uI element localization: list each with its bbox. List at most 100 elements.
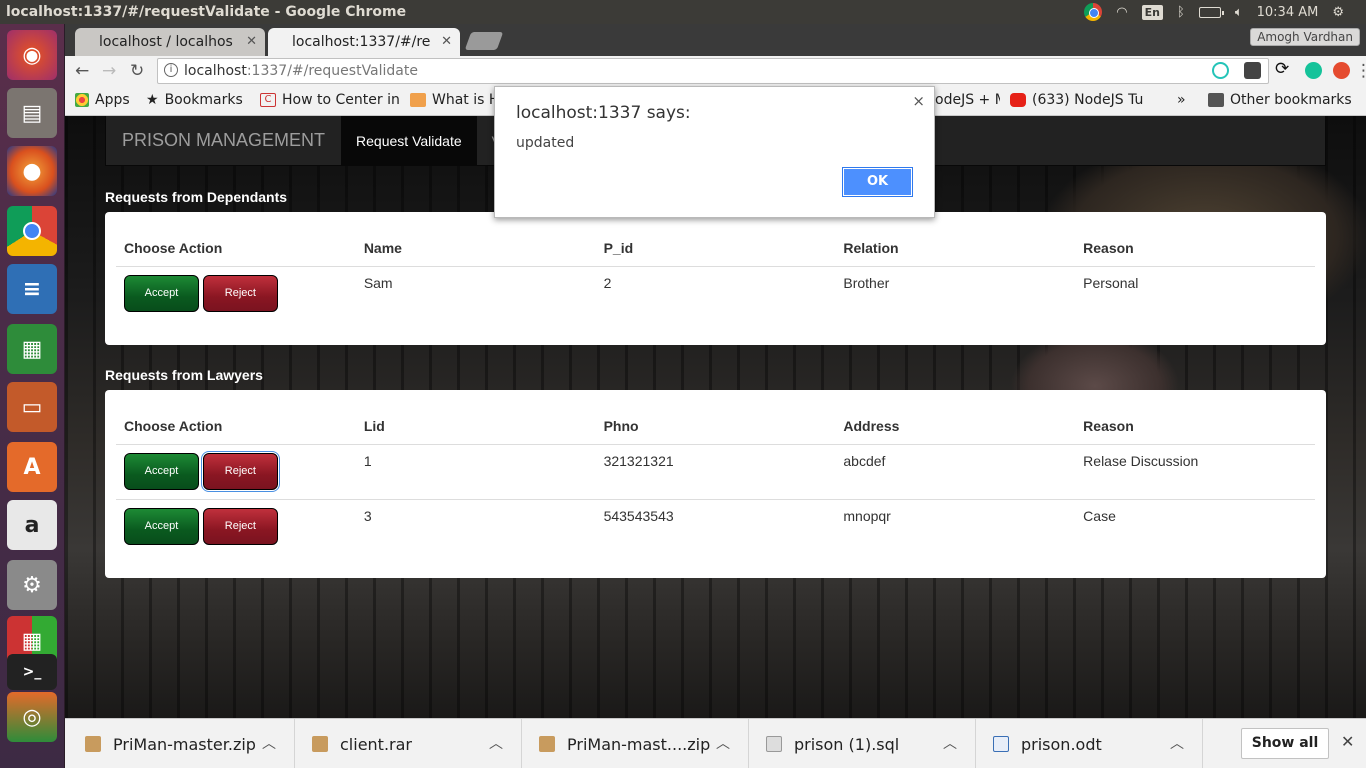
accept-button[interactable]: Accept — [124, 508, 199, 545]
power-gear-icon[interactable]: ⚙ — [1332, 5, 1344, 20]
download-item[interactable]: PriMan-mast....zip ︿ — [522, 719, 749, 768]
profile-button[interactable]: Amogh Vardhan — [1250, 28, 1360, 46]
site-icon — [410, 93, 426, 107]
accept-button[interactable]: Accept — [124, 275, 199, 312]
extension-alarm-icon[interactable] — [1212, 62, 1229, 79]
download-name: prison.odt — [1021, 734, 1102, 754]
chrome-menu-icon[interactable]: ⋮ — [1355, 61, 1366, 81]
alert-title: localhost:1337 says: — [516, 103, 691, 123]
table-row: Accept Reject Sam 2 Brother Personal — [116, 267, 1315, 322]
dependants-title: Requests from Dependants — [105, 189, 288, 205]
info-icon[interactable]: i — [164, 63, 178, 77]
action-cell: Accept Reject — [116, 445, 356, 500]
table-row: Accept Reject 3 543543543 mnopqr Case — [116, 499, 1315, 555]
col-header: Reason — [1075, 222, 1315, 267]
phno-cell: 543543543 — [595, 499, 836, 555]
nav-request-validate[interactable]: Request Validate — [341, 116, 477, 166]
accept-button[interactable]: Accept — [124, 453, 199, 490]
reject-button[interactable]: Reject — [202, 275, 278, 312]
lid-cell: 1 — [363, 453, 372, 469]
close-icon[interactable]: × — [912, 92, 925, 110]
tab-close-icon[interactable]: ✕ — [441, 34, 452, 49]
reject-button[interactable]: Reject — [200, 451, 280, 492]
downloads-bar: PriMan-master.zip ︿ client.rar ︿ PriMan-… — [65, 718, 1366, 768]
writer-icon[interactable]: ≡ — [7, 264, 57, 314]
bookmark-youtube-nodejs[interactable]: (633) NodeJS Tu — [1010, 92, 1145, 108]
volume-icon[interactable]: 🔈︎ — [1235, 5, 1243, 20]
navigation-bar: ← → ↻ i localhost:1337/#/requestValidate… — [65, 56, 1366, 86]
keyboard-layout[interactable]: En — [1141, 4, 1163, 20]
download-name: client.rar — [340, 734, 412, 754]
download-item[interactable]: PriMan-master.zip ︿ — [65, 719, 295, 768]
extension-ghostery-icon[interactable] — [1244, 62, 1261, 79]
bookmark-bookmarks[interactable]: ★ Bookmarks — [146, 92, 243, 108]
reload-icon[interactable]: ↻ — [130, 61, 144, 81]
tab-phpmyadmin[interactable]: localhost / localhos ✕ — [75, 28, 265, 56]
chevron-up-icon[interactable]: ︿ — [716, 733, 730, 753]
bookmark-how-to-center[interactable]: C How to Center in — [260, 92, 400, 108]
battery-icon[interactable] — [1198, 6, 1224, 18]
address-bar[interactable]: i localhost:1337/#/requestValidate ☆ — [157, 58, 1269, 84]
chevron-up-icon[interactable]: ︿ — [943, 733, 957, 753]
wifi-icon[interactable]: ◠ — [1116, 5, 1127, 20]
settings-icon[interactable]: ⚙ — [7, 560, 57, 610]
apps-grid-icon — [75, 93, 89, 107]
relation-cell: Brother — [843, 275, 890, 291]
col-header: Reason — [1075, 400, 1315, 445]
stacked-apps-icon[interactable]: ◎ — [7, 692, 57, 742]
phno-cell: 321321321 — [603, 453, 674, 469]
table-row: Accept Reject 1 321321321 abcdef Relase … — [116, 445, 1315, 500]
extension-sync-icon[interactable]: ⟳ — [1275, 59, 1289, 79]
firefox-icon[interactable]: ● — [7, 146, 57, 196]
chevron-up-icon[interactable]: ︿ — [1170, 733, 1184, 753]
download-item[interactable]: prison.odt ︿ — [976, 719, 1203, 768]
ok-button[interactable]: OK — [842, 167, 913, 197]
col-header: Phno — [595, 400, 836, 445]
terminal-icon[interactable]: >_ — [7, 654, 57, 690]
codepen-icon: C — [260, 93, 276, 107]
bookmark-nodejs[interactable]: odeJS + M — [935, 92, 1000, 108]
reject-button[interactable]: Reject — [202, 508, 278, 545]
lid-cell: 3 — [355, 499, 596, 555]
close-icon[interactable]: ✕ — [1341, 732, 1354, 751]
address-cell: abcdef — [843, 453, 886, 469]
extension-grammarly-icon[interactable] — [1305, 62, 1322, 79]
name-cell: Sam — [363, 275, 393, 291]
chrome-icon[interactable] — [7, 206, 57, 256]
folder-icon — [1208, 93, 1224, 107]
chevron-up-icon[interactable]: ︿ — [489, 733, 503, 753]
amazon-icon[interactable]: a — [7, 500, 57, 550]
alert-dialog: localhost:1337 says: × updated OK — [494, 86, 935, 218]
bookmark-apps[interactable]: Apps — [75, 92, 130, 108]
other-bookmarks[interactable]: Other bookmarks — [1208, 92, 1352, 108]
col-header: Name — [355, 222, 596, 267]
download-item[interactable]: client.rar ︿ — [295, 719, 522, 768]
ubuntu-dash-icon[interactable]: ◉ — [7, 30, 57, 80]
chevron-up-icon[interactable]: ︿ — [262, 733, 276, 753]
bluetooth-icon[interactable]: ᛒ — [1177, 5, 1185, 20]
app-brand[interactable]: PRISON MANAGEMENT — [106, 130, 341, 151]
software-center-icon[interactable]: A — [7, 442, 57, 492]
download-name: prison (1).sql — [794, 734, 900, 754]
archive-icon — [85, 736, 101, 752]
back-icon[interactable]: ← — [75, 61, 89, 81]
star-icon: ★ — [146, 92, 159, 108]
bookmarks-overflow[interactable]: » — [1177, 92, 1186, 108]
col-header: Lid — [355, 400, 596, 445]
sql-file-icon — [766, 736, 782, 752]
new-tab-button[interactable] — [464, 32, 504, 50]
calc-icon[interactable]: ▦ — [7, 324, 57, 374]
tab-close-icon[interactable]: ✕ — [246, 34, 257, 49]
forward-icon[interactable]: → — [102, 61, 116, 81]
download-item[interactable]: prison (1).sql ︿ — [749, 719, 976, 768]
tab-request-validate[interactable]: localhost:1337/#/re ✕ — [268, 28, 460, 56]
clock[interactable]: 10:34 AM — [1257, 5, 1319, 20]
files-icon[interactable]: ▤ — [7, 88, 57, 138]
col-header: Choose Action — [116, 222, 356, 267]
impress-icon[interactable]: ▭ — [7, 382, 57, 432]
extension-red-icon[interactable] — [1333, 62, 1350, 79]
show-all-button[interactable]: Show all — [1241, 728, 1329, 759]
dependants-panel: Choose Action Name P_id Relation Reason … — [105, 212, 1326, 345]
bookmark-what-is[interactable]: What is H — [410, 92, 500, 108]
chrome-indicator-icon[interactable] — [1084, 3, 1103, 21]
